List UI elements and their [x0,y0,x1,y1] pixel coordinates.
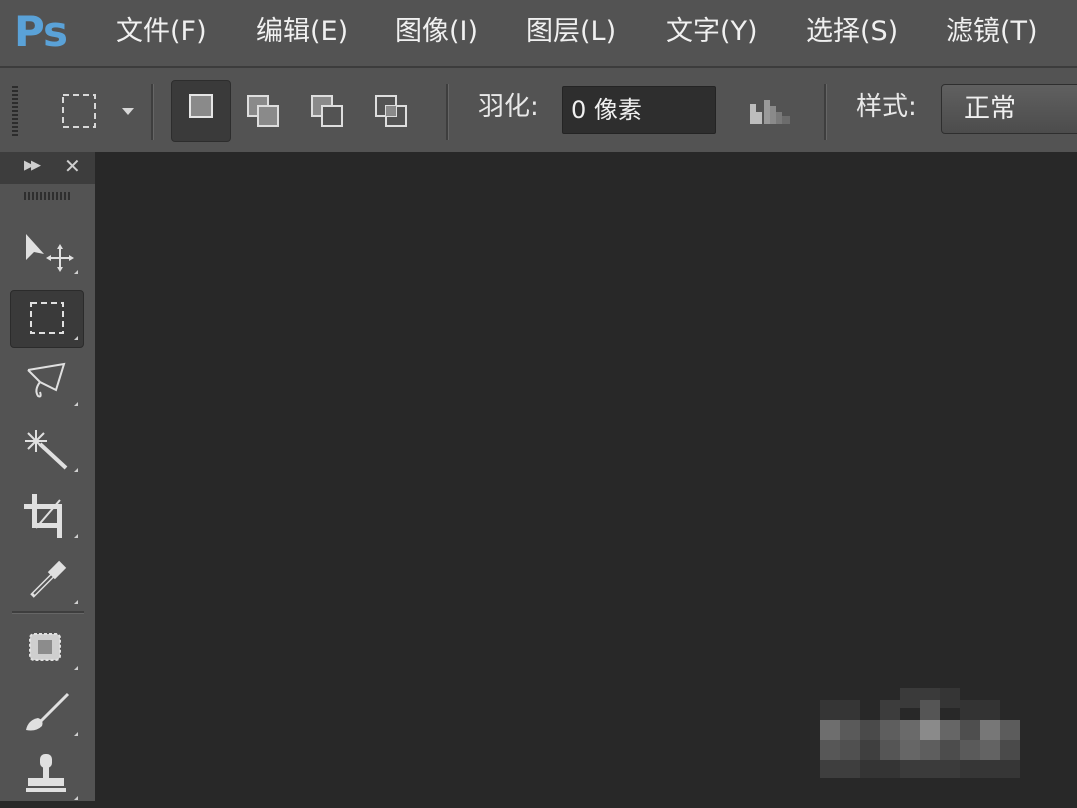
crop-icon [24,494,78,538]
style-select[interactable]: 正常 [941,84,1077,134]
options-bar-grip[interactable] [12,86,18,138]
intersect-selection-icon [375,95,407,127]
intersect-selection-button[interactable] [368,88,418,138]
new-selection-icon [189,94,213,118]
menu-bar: Ps 文件(F) 编辑(E) 图像(I) 图层(L) 文字(Y) 选择(S) 滤… [0,0,1077,66]
spot-healing-brush-tool[interactable] [10,620,84,678]
style-label: 样式: [856,92,917,122]
photoshop-logo: Ps [14,7,68,56]
brush-icon [26,692,78,736]
bandage-icon [29,633,78,670]
eyedropper-icon [30,560,78,604]
polygonal-lasso-tool[interactable] [10,356,84,414]
menu-edit[interactable]: 编辑(E) [256,14,348,50]
marquee-icon [30,302,78,340]
clone-stamp-tool[interactable] [10,750,84,808]
menu-layer[interactable]: 图层(L) [526,14,616,50]
move-tool[interactable] [10,224,84,282]
anti-alias-icon [750,100,790,124]
tool-group-divider [12,611,84,614]
collapse-icon[interactable]: ▶▶ [24,158,41,173]
feather-input[interactable]: 0 像素 [562,86,716,134]
feather-label: 羽化: [478,92,539,122]
menu-file[interactable]: 文件(F) [116,14,207,50]
eyedropper-tool[interactable] [10,554,84,612]
menu-type[interactable]: 文字(Y) [666,14,758,50]
close-icon[interactable]: ✕ [64,154,81,178]
add-to-selection-button[interactable] [240,88,290,138]
chevron-down-icon [122,108,134,115]
tools-panel: ▶▶ ✕ [0,152,95,801]
lasso-icon [27,362,78,406]
marquee-icon [62,94,134,128]
subtract-from-selection-icon [311,95,343,127]
divider [824,84,827,140]
magic-wand-icon [25,430,78,472]
stamp-icon [26,754,78,800]
divider [446,84,449,140]
menu-image[interactable]: 图像(I) [395,14,478,50]
options-bar: 羽化: 0 像素 样式: 正常 [0,66,1077,152]
tools-panel-grip[interactable] [24,192,72,200]
anti-alias-toggle[interactable] [748,96,798,132]
move-icon [26,234,78,274]
pixelated-watermark [820,688,1020,778]
crop-tool[interactable] [10,488,84,546]
menu-select[interactable]: 选择(S) [806,14,898,50]
divider [151,84,154,140]
subtract-from-selection-button[interactable] [304,88,354,138]
rectangular-marquee-tool[interactable] [10,290,84,348]
tools-panel-header: ▶▶ ✕ [0,152,95,184]
menu-filter[interactable]: 滤镜(T) [946,14,1038,50]
magic-wand-tool[interactable] [10,422,84,480]
tool-preset-picker[interactable] [60,92,140,136]
brush-tool[interactable] [10,686,84,744]
add-to-selection-icon [247,95,279,127]
new-selection-button[interactable] [171,80,231,142]
